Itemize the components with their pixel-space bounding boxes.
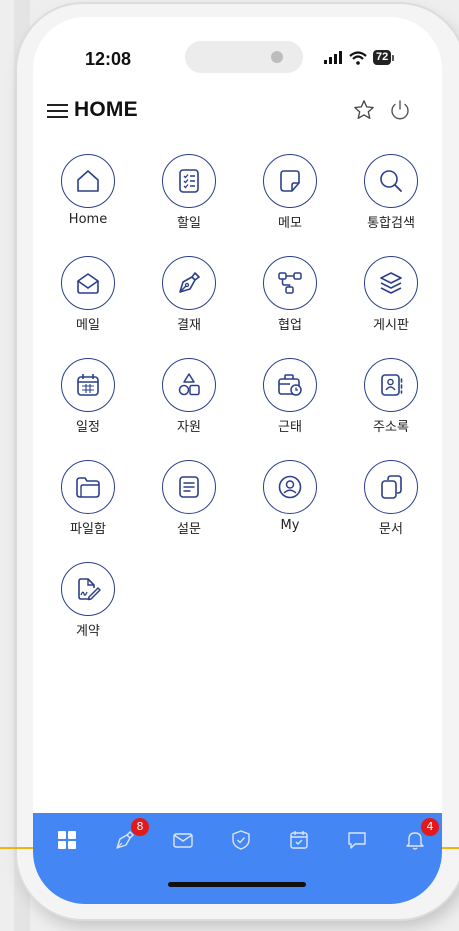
app-label: 설문 (177, 522, 201, 537)
mail-icon (173, 833, 193, 848)
app-label: 결재 (177, 318, 201, 333)
star-icon[interactable] (352, 98, 376, 122)
status-icons: 72 (323, 50, 395, 65)
app-label: 게시판 (373, 318, 409, 333)
app-collab[interactable]: 협업 (250, 256, 330, 333)
home-indicator[interactable] (168, 882, 306, 887)
app-label: My (280, 518, 300, 533)
contract-sign-icon (78, 578, 101, 601)
app-label: 할일 (177, 216, 201, 231)
app-label: 메일 (76, 318, 100, 333)
app-approval[interactable]: 결재 (149, 256, 229, 333)
dynamic-island (185, 41, 303, 73)
app-address-book[interactable]: 주소록 (351, 358, 431, 435)
battery-icon: 72 (373, 50, 392, 65)
tab-notifications[interactable]: 4 (403, 818, 439, 856)
cellular-signal-icon (324, 50, 342, 64)
notification-badge: 4 (421, 818, 439, 836)
mail-open-icon (77, 273, 99, 294)
calendar-icon (77, 374, 99, 396)
app-home[interactable]: Home (48, 154, 128, 227)
chat-bubble-icon (348, 832, 366, 849)
house-icon (77, 170, 99, 192)
app-memo[interactable]: 메모 (250, 154, 330, 231)
status-time: 12:08 (85, 49, 132, 69)
shield-check-icon (232, 830, 250, 850)
address-book-icon (381, 374, 403, 396)
tab-security[interactable] (229, 828, 257, 856)
page-title: HOME (74, 98, 138, 121)
app-mail[interactable]: 메일 (48, 256, 128, 333)
app-label: 자원 (177, 420, 201, 435)
tab-chat[interactable] (345, 828, 373, 856)
power-icon[interactable] (388, 98, 412, 122)
app-label: 일정 (76, 420, 100, 435)
app-header: HOME (33, 97, 442, 125)
app-label: 계약 (76, 624, 100, 639)
phone-screen: 12:08 72 HOME Home 할일 메모 통합검색 메일 결재 협업 게… (33, 17, 442, 904)
app-label: 협업 (278, 318, 302, 333)
tab-mail[interactable] (171, 828, 199, 856)
app-resource[interactable]: 자원 (149, 358, 229, 435)
camera-dot (271, 51, 283, 63)
folder-icon (76, 477, 100, 498)
app-attendance[interactable]: 근태 (250, 358, 330, 435)
menu-button[interactable] (47, 101, 69, 121)
app-label: 근태 (278, 420, 302, 435)
status-bar: 12:08 72 (33, 17, 442, 73)
tab-calendar[interactable] (287, 828, 315, 856)
copy-icon (381, 475, 402, 499)
app-my[interactable]: My (250, 460, 330, 533)
note-icon (280, 170, 300, 192)
app-survey[interactable]: 설문 (149, 460, 229, 537)
shapes-icon (178, 373, 200, 396)
tab-approval[interactable]: 8 (113, 818, 149, 856)
calendar-check-icon (290, 831, 308, 849)
battery-tip (392, 54, 395, 61)
checklist-icon (179, 169, 199, 193)
bottom-tab-bar: 8 4 (33, 813, 442, 904)
app-contract[interactable]: 계약 (48, 562, 128, 639)
flowchart-icon (278, 272, 302, 294)
app-files[interactable]: 파일함 (48, 460, 128, 537)
briefcase-clock-icon (278, 374, 302, 396)
app-label: 통합검색 (367, 216, 415, 231)
app-label: 주소록 (373, 420, 409, 435)
app-todo[interactable]: 할일 (149, 154, 229, 231)
search-icon (380, 170, 402, 192)
pen-nib-icon (179, 272, 200, 293)
app-label: 문서 (379, 522, 403, 537)
app-label: 메모 (278, 216, 302, 231)
wifi-icon (349, 50, 367, 65)
tab-home[interactable] (55, 828, 83, 856)
layers-icon (380, 272, 402, 294)
grid-icon (58, 831, 76, 849)
app-search[interactable]: 통합검색 (351, 154, 431, 231)
app-board[interactable]: 게시판 (351, 256, 431, 333)
user-circle-icon (278, 475, 302, 499)
app-documents[interactable]: 문서 (351, 460, 431, 537)
app-label: 파일함 (70, 522, 106, 537)
approval-badge: 8 (131, 818, 149, 836)
app-label: Home (68, 212, 108, 227)
app-schedule[interactable]: 일정 (48, 358, 128, 435)
document-lines-icon (179, 476, 199, 498)
